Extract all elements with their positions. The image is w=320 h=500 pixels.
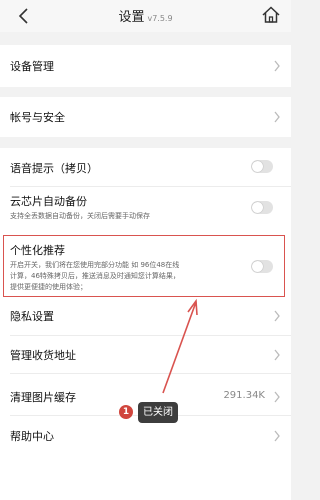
row-voice-prompt: 语音提示（拷贝） <box>0 148 291 186</box>
section-preferences: 语音提示（拷贝） 云芯片自动备份 支持全丢数据自动备份，关闭后需要手动保存 个性… <box>0 148 291 500</box>
privacy-label: 隐私设置 <box>10 310 54 323</box>
chevron-right-icon <box>274 111 280 123</box>
chevron-right-icon <box>274 430 280 442</box>
clear-cache-label: 清理图片缓存 <box>10 391 76 404</box>
chevron-right-icon <box>274 60 280 72</box>
highlight-box <box>3 235 285 297</box>
notification-badge: 1 <box>119 405 133 419</box>
toast-message: 已关闭 <box>138 402 178 423</box>
row-shipping-address[interactable]: 管理收货地址 <box>0 336 291 372</box>
row-cloud-backup: 云芯片自动备份 支持全丢数据自动备份，关闭后需要手动保存 <box>0 187 291 232</box>
section-device: 设备管理 <box>0 45 291 87</box>
voice-prompt-toggle[interactable] <box>251 160 273 173</box>
header: 设置 v7.5.9 <box>0 0 291 32</box>
cache-size-value: 291.34K <box>223 390 265 401</box>
home-icon[interactable] <box>261 5 281 25</box>
version-label: v7.5.9 <box>147 14 173 23</box>
device-management-label: 设备管理 <box>10 60 54 73</box>
account-security-label: 帐号与安全 <box>10 111 65 124</box>
help-center-label: 帮助中心 <box>10 430 54 443</box>
row-privacy-settings[interactable]: 隐私设置 <box>0 298 291 334</box>
page-title: 设置 <box>118 10 145 25</box>
cloud-backup-label: 云芯片自动备份 <box>10 195 87 208</box>
section-account: 帐号与安全 <box>0 97 291 137</box>
row-account-security[interactable]: 帐号与安全 <box>0 97 291 137</box>
cloud-backup-description: 支持全丢数据自动备份，关闭后需要手动保存 <box>10 212 150 220</box>
shipping-address-label: 管理收货地址 <box>10 349 76 362</box>
cloud-backup-toggle[interactable] <box>251 201 273 214</box>
chevron-right-icon <box>274 349 280 361</box>
chevron-right-icon <box>274 310 280 322</box>
title-wrap: 设置 v7.5.9 <box>0 6 291 25</box>
chevron-right-icon <box>274 391 280 403</box>
row-device-management[interactable]: 设备管理 <box>0 45 291 87</box>
voice-prompt-label: 语音提示（拷贝） <box>10 162 98 175</box>
